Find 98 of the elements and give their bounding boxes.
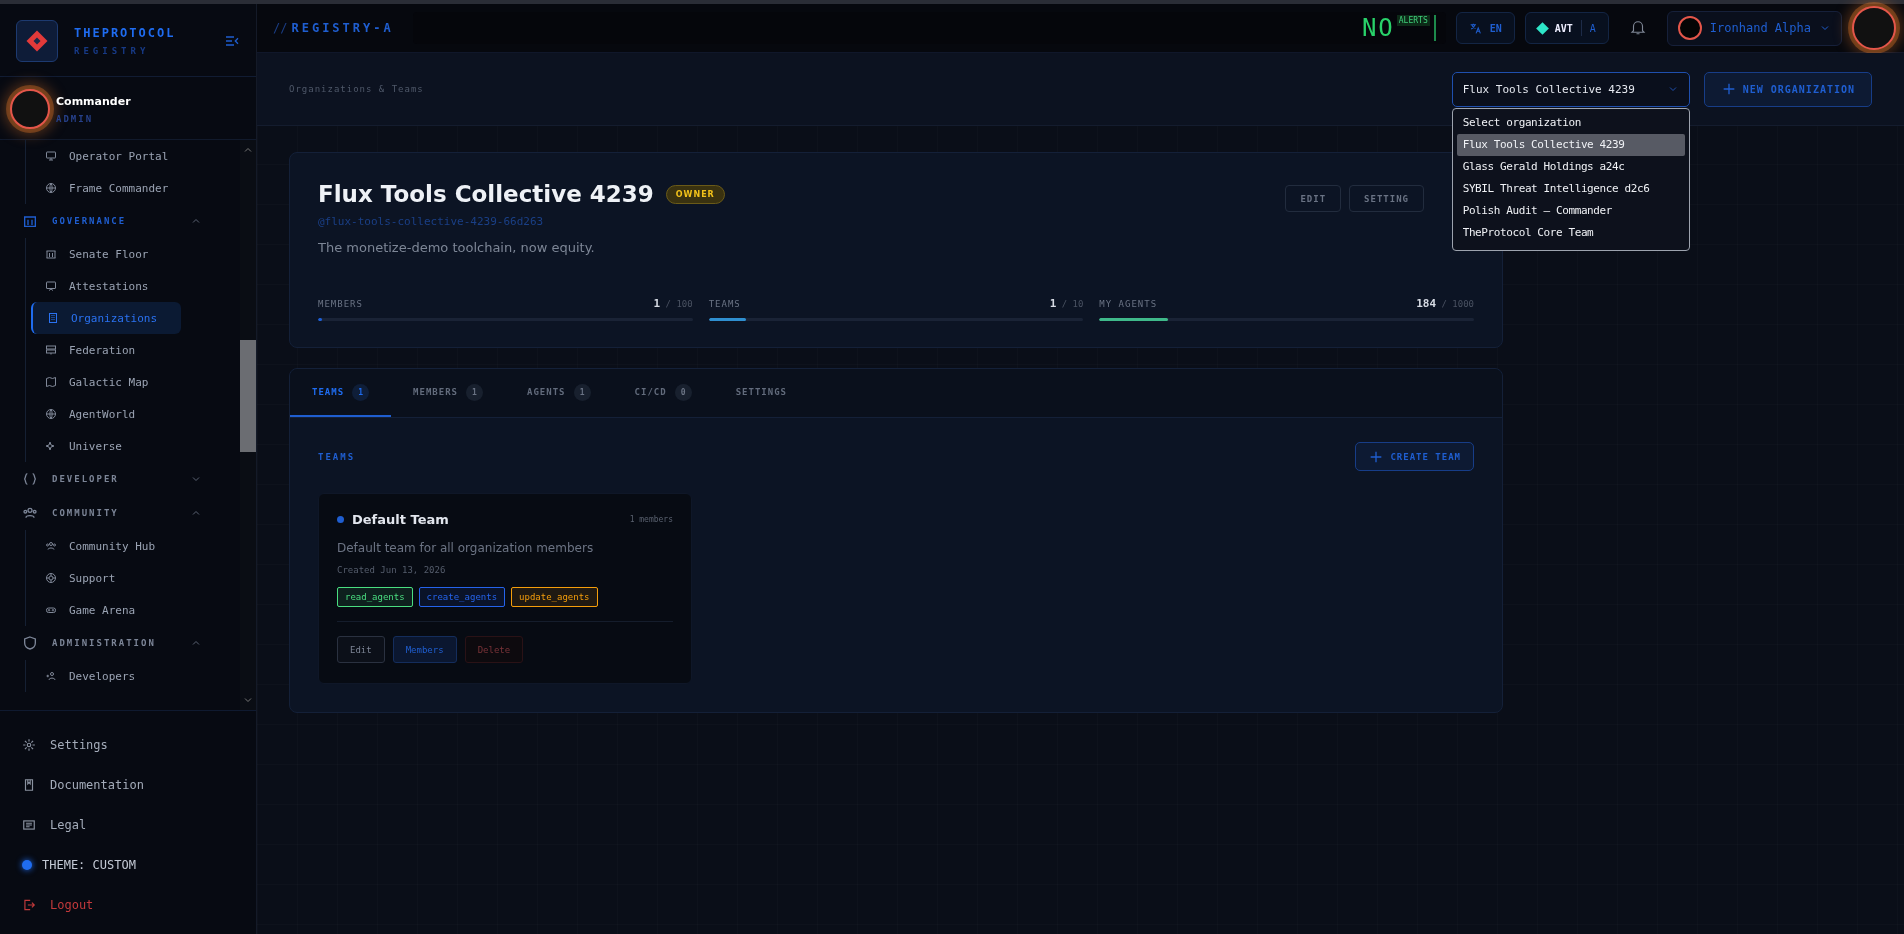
nav-icon [45,344,57,356]
nav-item[interactable]: Attestations [31,270,181,302]
avatar [10,89,50,129]
nav-item[interactable]: Operator Portal [31,140,181,172]
sidebar-link[interactable]: Documentation [22,765,256,805]
nav-icon [45,604,57,616]
tab[interactable]: AGENTS 1 [505,369,613,417]
token-button[interactable]: AVT A [1524,12,1609,44]
permission-tag: read_agents [337,587,413,607]
nav-icon [45,670,57,682]
breadcrumb: Organizations & Teams [289,84,425,94]
logout-button[interactable]: Logout [22,885,256,925]
tab[interactable]: CI/CD 0 [612,369,714,417]
count-badge: 1 [466,383,484,401]
alerts-label: ALERTS [1396,15,1430,26]
logo-icon [16,20,58,62]
link-icon [22,818,36,832]
nav-section-header[interactable]: DEVELOPER [22,462,202,496]
nav-icon [45,440,57,452]
nav-icon [45,280,57,292]
dropdown-option[interactable]: Flux Tools Collective 4239 [1456,133,1685,156]
member-count: 1 members [629,515,673,524]
nav-icon [47,312,59,324]
nav-item[interactable]: Community Hub [31,530,181,562]
nav-icon [45,248,57,260]
permission-tag: create_agents [418,587,506,607]
nav-item[interactable]: Federation [31,334,181,366]
user-name: Commander [56,94,131,108]
stat-label: MY AGENTS [1099,299,1158,309]
nav-item[interactable]: Galactic Map [31,366,181,398]
organization-name: Flux Tools Collective 4239 [318,181,654,207]
organization-description: The monetize-demo toolchain, now equity. [318,240,596,255]
team-description: Default team for all organization members [337,541,595,555]
stat-label: TEAMS [708,299,741,309]
nav-item[interactable]: Support [31,562,181,594]
tab[interactable]: MEMBERS 1 [391,369,506,417]
dropdown-option[interactable]: SYBIL Threat Intelligence d2c6 [1456,177,1685,200]
dropdown-option[interactable]: Select organization [1456,111,1685,134]
theme-dot-icon [22,860,32,870]
count-badge: 1 [352,383,370,401]
theme-toggle[interactable]: THEME: CUSTOM [22,845,256,885]
user-role: ADMIN [56,113,95,124]
permission-tag: update_agents [511,587,598,607]
organization-select[interactable]: Flux Tools Collective 4239 [1451,71,1690,107]
tab[interactable]: TEAMS 1 [290,369,392,417]
count-badge: 0 [674,383,692,401]
section-icon [22,635,38,651]
brand-subtitle: REGISTRY [74,46,151,56]
nav-item[interactable]: Universe [31,430,181,462]
nav-section-header[interactable]: ADMINISTRATION [22,626,202,660]
stat-value: 184 / 1000 [1416,297,1474,310]
collapse-button[interactable] [224,33,240,49]
link-icon [22,778,36,792]
section-title: TEAMS [318,451,356,462]
collapse-icon [224,33,240,49]
scrollbar-thumb[interactable] [240,340,256,452]
nav-item[interactable]: AgentWorld [31,398,181,430]
nav-icon [45,150,57,162]
dropdown-option[interactable]: Glass Gerald Holdings a24c [1456,155,1685,178]
nav-item[interactable]: Organizations [31,302,181,334]
nav-icon [45,182,57,194]
stat-value: 1 / 100 [653,297,693,310]
team-action-button[interactable]: Edit [337,636,385,663]
card-action-button[interactable]: SETTING [1349,185,1424,212]
nav-item[interactable]: Developers [31,660,181,692]
organization-handle: @flux-tools-collective-4239-66d263 [318,215,545,228]
translate-icon [1468,21,1482,35]
section-icon [22,505,38,521]
stat-value: 1 / 10 [1049,297,1084,310]
dropdown-option[interactable]: TheProtocol Core Team [1456,221,1685,244]
nav-section-header[interactable]: COMMUNITY [22,496,202,530]
page-title: REGISTRY-A [291,21,394,35]
stat-label: MEMBERS [318,299,363,309]
created-date: Created Jun 13, 2026 [337,565,447,575]
role-badge: OWNER [665,184,725,204]
count-badge: 1 [573,383,591,401]
sidebar-link[interactable]: Legal [22,805,256,845]
avatar [1677,16,1702,40]
nav-icon [45,408,57,420]
status-dot-icon [337,516,344,523]
alerts-value: NO [1361,15,1395,41]
nav-icon [45,376,57,388]
nav-item[interactable]: Senate Floor [31,238,181,270]
nav-item[interactable]: Frame Commander [31,172,181,204]
team-name: Default Team [352,512,450,527]
card-action-button[interactable]: EDIT [1285,185,1342,212]
section-icon [22,471,38,487]
tab[interactable]: SETTINGS [713,369,809,417]
brand-title: THEPROTOCOL [74,26,177,40]
nav-icon [45,572,57,584]
link-icon [22,738,36,752]
title-prefix: // [273,21,288,35]
section-icon [22,213,38,229]
nav-icon [45,540,57,552]
sidebar-link[interactable]: Settings [22,725,256,765]
nav-item[interactable]: Game Arena [31,594,181,626]
dropdown-option[interactable]: Polish Audit — Commander [1456,199,1685,222]
logout-icon [22,898,36,912]
